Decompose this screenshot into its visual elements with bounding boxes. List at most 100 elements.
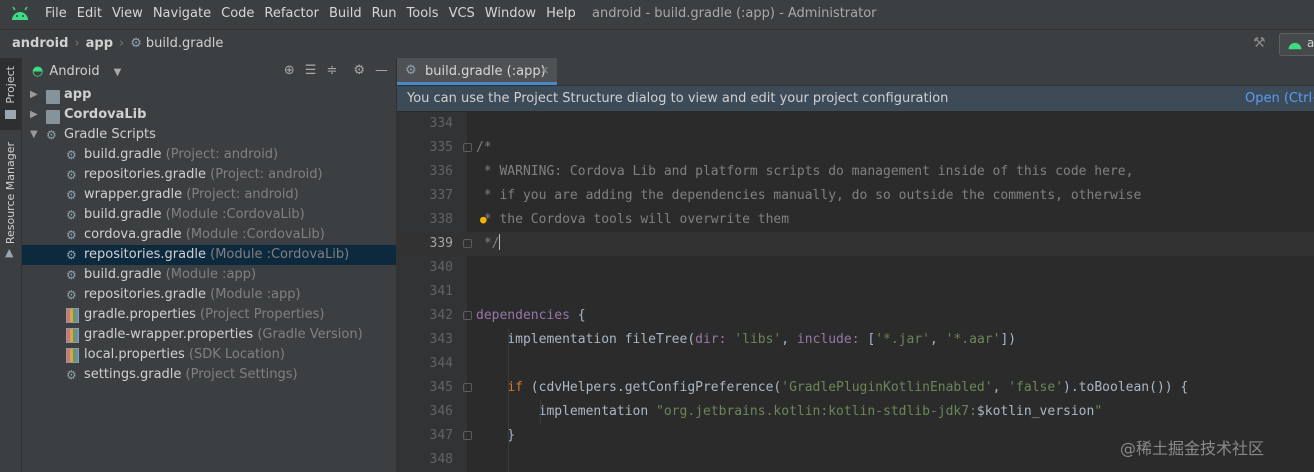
- project-view-selector[interactable]: ◓ Android ▼: [32, 64, 121, 79]
- tree-item[interactable]: gradle.properties (Project Properties): [22, 305, 396, 325]
- hammer-icon[interactable]: ⚒: [1253, 35, 1266, 51]
- text-caret: [499, 234, 501, 250]
- code-token: if: [507, 380, 523, 395]
- code-editor[interactable]: 334 335 /* 336 * WARNING: Cordova Lib and p…: [397, 112, 1314, 472]
- line-number: 348: [429, 452, 453, 467]
- breadcrumb-file[interactable]: build.gradle: [146, 36, 224, 51]
- tree-item[interactable]: ⚙ repositories.gradle (Module :CordovaLib…: [22, 245, 396, 265]
- code-line[interactable]: 335 /*: [397, 136, 1314, 160]
- code-line[interactable]: 339 */: [397, 232, 1314, 256]
- tool-tab-project[interactable]: Project: [0, 58, 21, 130]
- menu-item-vcs[interactable]: VCS: [449, 6, 475, 21]
- gradle-icon: ⚙: [405, 63, 417, 78]
- open-project-structure-link[interactable]: Open (Ctrl+: [1245, 91, 1314, 106]
- locate-icon[interactable]: ⊕: [284, 63, 295, 78]
- gradle-icon: ⚙: [66, 188, 77, 202]
- menu-item-window[interactable]: Window: [485, 6, 536, 21]
- tree-item[interactable]: gradle-wrapper.properties (Gradle Versio…: [22, 325, 396, 345]
- gradle-icon: ⚙: [66, 168, 77, 182]
- tree-item[interactable]: ▶ app: [22, 85, 396, 105]
- code-line[interactable]: 336 * WARNING: Cordova Lib and platform …: [397, 160, 1314, 184]
- line-number: 338: [429, 212, 453, 227]
- tree-item[interactable]: ⚙ build.gradle (Module :app): [22, 265, 396, 285]
- code-text: * if you are adding the dependencies man…: [476, 184, 1141, 208]
- gradle-icon: ⚙: [46, 128, 57, 142]
- fold-marker-icon[interactable]: [463, 239, 472, 248]
- tree-item[interactable]: ⚙ settings.gradle (Project Settings): [22, 365, 396, 385]
- code-line[interactable]: 340: [397, 256, 1314, 280]
- minimize-icon[interactable]: —: [375, 63, 388, 78]
- tree-item[interactable]: ⚙ build.gradle (Project: android): [22, 145, 396, 165]
- tree-item[interactable]: ▶ CordovaLib: [22, 105, 396, 125]
- code-line[interactable]: 334: [397, 112, 1314, 136]
- menu-item-refactor[interactable]: Refactor: [264, 6, 319, 21]
- tool-tab-resource-manager-label: Resource Manager: [4, 142, 17, 245]
- tree-item[interactable]: local.properties (SDK Location): [22, 345, 396, 365]
- tool-tab-resource-manager[interactable]: Resource Manager ▲: [0, 138, 21, 263]
- fold-marker-icon[interactable]: [463, 431, 472, 440]
- gradle-icon: ⚙: [66, 148, 77, 162]
- breadcrumb-module[interactable]: app: [86, 36, 113, 51]
- tree-item[interactable]: ⚙ repositories.gradle (Module :app): [22, 285, 396, 305]
- tree-item-hint: (Module :CordovaLib): [161, 207, 305, 222]
- code-line[interactable]: 345 if (cdvHelpers.getConfigPreference('…: [397, 376, 1314, 400]
- gradle-icon: ⚙: [66, 268, 77, 282]
- line-number: 345: [429, 380, 453, 395]
- breadcrumb-project[interactable]: android: [12, 36, 68, 51]
- menu-item-view[interactable]: View: [112, 6, 143, 21]
- tree-item[interactable]: ⚙ build.gradle (Module :CordovaLib): [22, 205, 396, 225]
- menu-item-help[interactable]: Help: [546, 6, 576, 21]
- code-line[interactable]: 346 implementation "org.jetbrains.kotlin…: [397, 400, 1314, 424]
- tree-item-hint: (Gradle Version): [253, 327, 363, 342]
- menu-item-edit[interactable]: Edit: [77, 6, 102, 21]
- gradle-icon: ⚙: [66, 368, 77, 382]
- menu-item-code[interactable]: Code: [221, 6, 254, 21]
- code-line[interactable]: 338 ● * the Cordova tools will overwrite …: [397, 208, 1314, 232]
- menu-item-run[interactable]: Run: [372, 6, 397, 21]
- code-line[interactable]: 344: [397, 352, 1314, 376]
- tree-item[interactable]: ▼ ⚙ Gradle Scripts: [22, 125, 396, 145]
- ide-window: File Edit View Navigate Code Refactor Build Run…: [0, 0, 1314, 472]
- menu-item-tools[interactable]: Tools: [407, 6, 439, 21]
- menu-item-file[interactable]: File: [45, 6, 67, 21]
- tree-item-label: build.gradle: [84, 207, 162, 222]
- tree-item[interactable]: ⚙ repositories.gradle (Project: android): [22, 165, 396, 185]
- editor-tab-build-gradle[interactable]: ⚙ build.gradle (:app) ✕: [397, 58, 557, 85]
- tree-item-label: local.properties: [84, 347, 185, 362]
- tree-item[interactable]: ⚙ wrapper.gradle (Project: android): [22, 185, 396, 205]
- code-text: * WARNING: Cordova Lib and platform scri…: [476, 160, 1134, 184]
- tree-item-label: build.gradle: [84, 147, 162, 162]
- code-token: ]): [1000, 332, 1017, 347]
- main-menu: File Edit View Navigate Code Refactor Build Run…: [45, 6, 586, 21]
- fold-marker-icon[interactable]: [463, 311, 472, 320]
- code-token: * the Cordova tools will overwrite them: [476, 212, 790, 227]
- close-icon[interactable]: ✕: [540, 64, 549, 77]
- collapse-all-icon[interactable]: ≑: [326, 63, 337, 78]
- chevron-down-icon[interactable]: ▼: [30, 125, 40, 145]
- fold-marker-icon[interactable]: [463, 143, 472, 152]
- code-text: /*: [476, 136, 492, 160]
- left-tool-strip: Project Resource Manager ▲: [0, 58, 22, 472]
- project-panel-header: ◓ Android ▼ ⊕ ☰ ≑ ⚙ —: [22, 58, 396, 85]
- code-line[interactable]: 337 * if you are adding the dependencies…: [397, 184, 1314, 208]
- code-line[interactable]: 341: [397, 280, 1314, 304]
- chevron-right-icon: ›: [74, 36, 80, 51]
- tree-item-hint: (Project Properties): [195, 307, 325, 322]
- code-line[interactable]: 343 implementation fileTree(dir: 'libs',…: [397, 328, 1314, 352]
- menu-item-navigate[interactable]: Navigate: [153, 6, 211, 21]
- gradle-icon: ⚙: [66, 208, 77, 222]
- fold-marker-icon[interactable]: [463, 383, 472, 392]
- chevron-right-icon[interactable]: ▶: [30, 105, 40, 125]
- expand-all-icon[interactable]: ☰: [305, 63, 317, 78]
- tree-item-hint: (Module :CordovaLib): [205, 247, 350, 262]
- code-line[interactable]: 342 dependencies {: [397, 304, 1314, 328]
- tree-item-label: repositories.gradle: [84, 167, 206, 182]
- menu-item-build[interactable]: Build: [329, 6, 362, 21]
- tree-item-label: cordova.gradle: [84, 227, 182, 242]
- gear-icon[interactable]: ⚙: [353, 63, 365, 78]
- tree-item[interactable]: ⚙ cordova.gradle (Module :CordovaLib): [22, 225, 396, 245]
- chevron-right-icon[interactable]: ▶: [30, 85, 40, 105]
- run-configuration-selector[interactable]: a: [1279, 33, 1314, 56]
- code-token: /*: [476, 140, 492, 155]
